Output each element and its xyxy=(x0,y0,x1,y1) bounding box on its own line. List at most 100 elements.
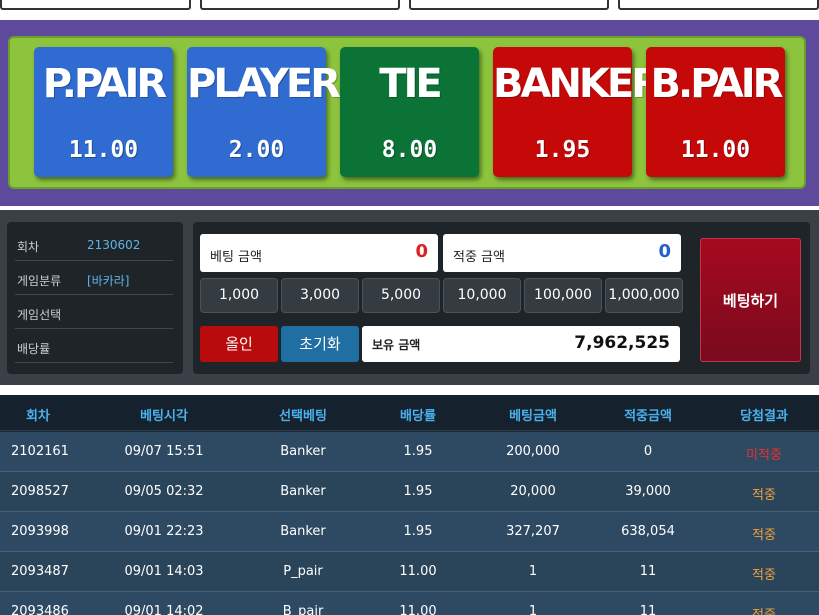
cell-odds: 1.95 xyxy=(403,524,433,539)
balance-label: 보유 금액 xyxy=(372,338,421,352)
chip-5000-button[interactable]: 5,000 xyxy=(362,278,440,313)
info-row-round: 회차 2130602 xyxy=(15,228,173,261)
allin-button[interactable]: 올인 xyxy=(200,326,278,362)
col-bet-amount: 베팅금액 xyxy=(509,409,557,424)
cell-selection: Banker xyxy=(280,524,326,539)
bet-tile-banker[interactable]: BANKER 1.95 xyxy=(493,47,662,177)
cell-time: 09/05 02:32 xyxy=(124,484,204,499)
cell-result: 미적중 xyxy=(746,448,782,463)
chip-1000-button[interactable]: 1,000 xyxy=(200,278,278,313)
balance-field: 보유 금액 7,962,525 xyxy=(362,326,680,362)
bet-odds: 2.00 xyxy=(228,137,285,163)
win-amount-field: 적중 금액 0 xyxy=(443,234,681,272)
game-type-label: 게임분류 xyxy=(17,274,62,288)
table-row: 2098527 09/05 02:32 Banker 1.95 20,000 3… xyxy=(0,472,819,512)
chip-10000-button[interactable]: 10,000 xyxy=(443,278,521,313)
cell-result: 적중 xyxy=(714,604,814,615)
info-row-game-select: 게임선택 xyxy=(15,296,173,329)
payout-label: 배당률 xyxy=(17,342,51,356)
top-box-4[interactable] xyxy=(618,0,819,10)
round-info: 회차 2130602 게임분류 [바카라] 게임선택 배당률 xyxy=(7,222,183,374)
win-amount-value: 0 xyxy=(658,241,671,262)
col-round: 회차 xyxy=(26,409,50,424)
bet-odds: 1.95 xyxy=(534,137,591,163)
bet-name: BANKER xyxy=(493,61,662,107)
cell-result: 적중 xyxy=(752,568,776,583)
cell-time: 09/01 14:02 xyxy=(124,604,204,615)
cell-win-amount: 11 xyxy=(639,604,657,615)
cell-round: 2102161 xyxy=(11,444,69,459)
bet-board: P.PAIR 11.00 PLAYER 2.00 TIE 8.00 BANKER… xyxy=(8,36,806,189)
table-row: 2093998 09/01 22:23 Banker 1.95 327,207 … xyxy=(0,512,819,552)
col-win-amount: 적중금액 xyxy=(624,409,672,424)
bet-odds: 8.00 xyxy=(381,137,438,163)
cell-round: 2093998 xyxy=(11,524,69,539)
cell-time: 09/01 22:23 xyxy=(124,524,204,539)
bet-board-frame: P.PAIR 11.00 PLAYER 2.00 TIE 8.00 BANKER… xyxy=(0,20,819,206)
reset-button[interactable]: 초기화 xyxy=(281,326,359,362)
bet-name: P.PAIR xyxy=(42,61,167,107)
table-row: 2102161 09/07 15:51 Banker 1.95 200,000 … xyxy=(0,432,819,472)
cell-selection: P_pair xyxy=(283,564,323,579)
cell-odds: 1.95 xyxy=(403,484,433,499)
cell-odds: 11.00 xyxy=(399,604,437,615)
cell-win-amount: 11 xyxy=(639,564,657,579)
round-value: 2130602 xyxy=(87,238,141,252)
cell-result: 적중 xyxy=(752,488,776,503)
col-bet-time: 베팅시각 xyxy=(140,409,188,424)
info-row-payout: 배당률 xyxy=(15,330,173,363)
col-result: 당첨결과 xyxy=(740,409,788,424)
cell-bet-amount: 1 xyxy=(528,564,538,579)
bet-name: B.PAIR xyxy=(650,61,784,107)
chip-3000-button[interactable]: 3,000 xyxy=(281,278,359,313)
bet-controls: 베팅 금액 0 적중 금액 0 1,000 3,000 5,000 10,000… xyxy=(193,222,810,374)
cell-selection: Banker xyxy=(280,484,326,499)
bet-amount-value: 0 xyxy=(415,241,428,262)
chip-1000000-button[interactable]: 1,000,000 xyxy=(605,278,683,313)
table-header: 회차 베팅시각 선택베팅 배당률 베팅금액 적중금액 당첨결과 xyxy=(0,395,819,431)
cell-win-amount: 638,054 xyxy=(621,524,675,539)
chip-100000-button[interactable]: 100,000 xyxy=(524,278,602,313)
col-selection: 선택베팅 xyxy=(279,409,327,424)
cell-selection: Banker xyxy=(280,444,326,459)
balance-value: 7,962,525 xyxy=(574,333,670,353)
cell-selection: B_pair xyxy=(282,604,324,615)
bet-odds: 11.00 xyxy=(680,137,751,163)
table-row: 2093487 09/01 14:03 P_pair 11.00 1 11 적중 xyxy=(0,552,819,592)
col-odds: 배당률 xyxy=(400,409,436,424)
top-box-2[interactable] xyxy=(200,0,400,10)
cell-time: 09/01 14:03 xyxy=(124,564,204,579)
info-row-game-type: 게임분류 [바카라] xyxy=(15,262,173,295)
bet-amount-field[interactable]: 베팅 금액 0 xyxy=(200,234,438,272)
place-bet-button[interactable]: 베팅하기 xyxy=(700,238,801,362)
bet-name: TIE xyxy=(379,61,443,107)
bet-amount-label: 베팅 금액 xyxy=(210,250,262,265)
bet-tile-player[interactable]: PLAYER 2.00 xyxy=(187,47,341,177)
cell-round: 2098527 xyxy=(11,484,69,499)
game-type-value: [바카라] xyxy=(87,274,130,288)
cell-round: 2093486 xyxy=(11,604,69,615)
bet-tile-bpair[interactable]: B.PAIR 11.00 xyxy=(646,47,785,177)
cell-win-amount: 0 xyxy=(643,444,653,459)
cell-result: 적중 xyxy=(752,528,776,543)
bet-odds: 11.00 xyxy=(68,137,139,163)
game-select-label: 게임선택 xyxy=(17,308,62,322)
top-box-3[interactable] xyxy=(409,0,609,10)
round-label: 회차 xyxy=(17,240,40,254)
bet-tile-ppair[interactable]: P.PAIR 11.00 xyxy=(34,47,173,177)
win-amount-label: 적중 금액 xyxy=(453,250,505,265)
bet-history-table: 회차 베팅시각 선택베팅 배당률 베팅금액 적중금액 당첨결과 2102161 … xyxy=(0,395,819,615)
top-strip xyxy=(0,0,819,12)
cell-round: 2093487 xyxy=(11,564,69,579)
cell-bet-amount: 327,207 xyxy=(506,524,560,539)
cell-bet-amount: 200,000 xyxy=(506,444,560,459)
cell-time: 09/07 15:51 xyxy=(124,444,204,459)
bet-name: PLAYER xyxy=(187,61,341,107)
cell-win-amount: 39,000 xyxy=(625,484,671,499)
cell-bet-amount: 20,000 xyxy=(510,484,556,499)
cell-odds: 1.95 xyxy=(403,444,433,459)
bet-tile-tie[interactable]: TIE 8.00 xyxy=(340,47,479,177)
table-row: 2093486 09/01 14:02 B_pair 11.00 1 11 적중 xyxy=(0,592,819,615)
top-box-1[interactable] xyxy=(0,0,191,10)
cell-odds: 11.00 xyxy=(399,564,437,579)
